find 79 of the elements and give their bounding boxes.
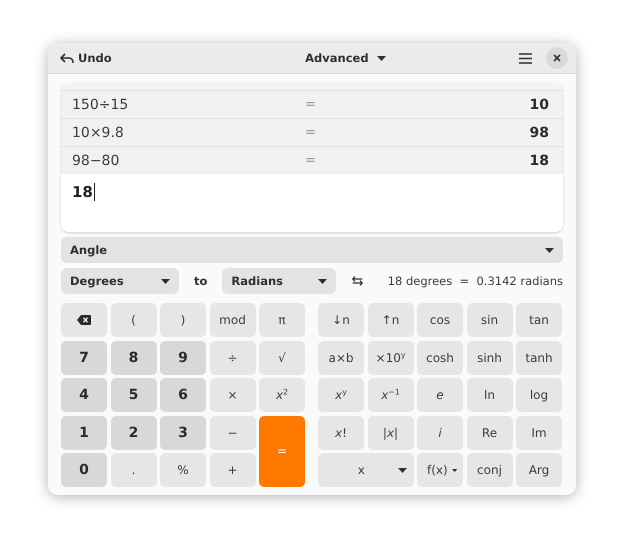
key-button[interactable]: x$^{y}$ bbox=[318, 378, 364, 412]
key-button[interactable]: − bbox=[210, 416, 256, 450]
caret-icon bbox=[318, 278, 328, 284]
key-button[interactable]: ln bbox=[466, 378, 512, 412]
key-button[interactable]: i bbox=[417, 416, 463, 450]
key-button[interactable]: x$^{2}$ bbox=[259, 378, 305, 412]
history-expression: 98−80 bbox=[72, 152, 120, 168]
key-button[interactable]: ↑n bbox=[368, 303, 414, 337]
key-button[interactable]: × bbox=[210, 378, 256, 412]
key-button[interactable]: mod bbox=[210, 303, 256, 337]
key-button[interactable]: ×10$^{y}$ bbox=[368, 340, 414, 374]
swap-icon[interactable] bbox=[352, 276, 364, 286]
key-button[interactable]: π bbox=[259, 303, 305, 337]
key-button[interactable]: . bbox=[110, 453, 156, 487]
key-button[interactable]: 9 bbox=[160, 340, 206, 374]
key-button[interactable]: 5 bbox=[110, 378, 156, 412]
key-button[interactable]: sinh bbox=[466, 340, 512, 374]
key-button[interactable]: x! bbox=[318, 416, 364, 450]
menu-button[interactable]: f(x) bbox=[417, 453, 463, 487]
caret-icon bbox=[452, 468, 457, 472]
key-button[interactable]: Re bbox=[466, 416, 512, 450]
menu-icon bbox=[519, 52, 532, 64]
history-result: 18 bbox=[528, 152, 549, 168]
key-button[interactable]: tanh bbox=[516, 340, 562, 374]
history-expression: 10×9.8 bbox=[72, 124, 125, 140]
key-button[interactable]: e bbox=[417, 378, 463, 412]
equals-sign: = bbox=[304, 153, 317, 168]
key-button[interactable]: % bbox=[160, 453, 206, 487]
key-button[interactable]: √ bbox=[259, 340, 305, 374]
key-button[interactable]: 6 bbox=[160, 378, 206, 412]
history-expression: 150÷15 bbox=[72, 96, 130, 112]
key-button[interactable]: ( bbox=[110, 303, 156, 337]
key-button[interactable]: Im bbox=[516, 416, 562, 450]
history-row[interactable]: 150÷15 = 10 bbox=[61, 90, 563, 118]
to-unit-dropdown[interactable]: Radians bbox=[222, 268, 336, 294]
key-button[interactable]: + bbox=[210, 453, 256, 487]
conversion-result: 18 degrees = 0.3142 radians bbox=[388, 274, 563, 288]
history-row[interactable]: 10×9.8 = 98 bbox=[61, 118, 563, 146]
close-icon bbox=[553, 54, 562, 62]
undo-button[interactable]: Undo bbox=[56, 47, 116, 69]
key-button[interactable]: tan bbox=[516, 303, 562, 337]
key-button[interactable]: 1 bbox=[61, 416, 107, 450]
undo-icon bbox=[60, 52, 74, 64]
history-result: 98 bbox=[528, 124, 549, 140]
key-button[interactable]: ) bbox=[160, 303, 206, 337]
key-button[interactable]: ↓n bbox=[318, 303, 364, 337]
key-button[interactable]: Arg bbox=[516, 453, 562, 487]
key-button[interactable]: 4 bbox=[61, 378, 107, 412]
history-result: 10 bbox=[528, 96, 549, 112]
input-field[interactable]: 18 bbox=[61, 174, 563, 210]
key-button[interactable]: sin bbox=[466, 303, 512, 337]
backspace-button[interactable] bbox=[61, 303, 107, 337]
mode-dropdown[interactable]: Advanced bbox=[301, 47, 390, 69]
key-button[interactable]: cos bbox=[417, 303, 463, 337]
key-button[interactable]: 8 bbox=[110, 340, 156, 374]
caret-icon bbox=[376, 56, 386, 60]
caret-icon bbox=[545, 248, 554, 252]
key-button[interactable]: x$^{−1}$ bbox=[368, 378, 414, 412]
key-button[interactable]: 3 bbox=[160, 416, 206, 450]
key-button[interactable]: a×b bbox=[318, 340, 364, 374]
key-button[interactable]: log bbox=[516, 378, 562, 412]
backspace-icon bbox=[77, 315, 91, 325]
category-dropdown[interactable]: Angle bbox=[61, 237, 563, 263]
key-button[interactable]: conj bbox=[466, 453, 512, 487]
caret-icon bbox=[161, 278, 170, 284]
history-row[interactable]: 98−80 = 18 bbox=[61, 146, 563, 174]
equals-sign: = bbox=[304, 97, 317, 112]
equals-sign: = bbox=[304, 125, 317, 140]
key-button[interactable]: |x| bbox=[368, 416, 414, 450]
caret-icon bbox=[398, 468, 408, 472]
key-button[interactable]: 0 bbox=[61, 453, 107, 487]
key-button[interactable]: cosh bbox=[417, 340, 463, 374]
menu-button[interactable]: x bbox=[318, 453, 414, 487]
key-button[interactable]: 2 bbox=[110, 416, 156, 450]
key-button[interactable]: 7 bbox=[61, 340, 107, 374]
close-button[interactable] bbox=[546, 47, 568, 69]
to-label: to bbox=[194, 274, 208, 288]
key-button[interactable]: ÷ bbox=[210, 340, 256, 374]
from-unit-dropdown[interactable]: Degrees bbox=[61, 268, 179, 294]
